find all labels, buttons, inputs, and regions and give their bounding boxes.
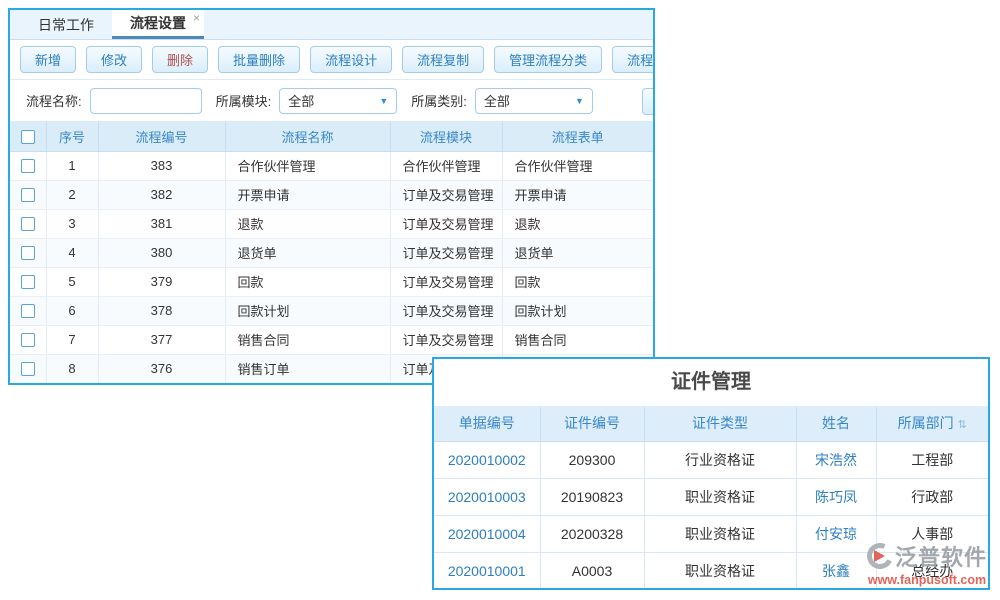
row-checkbox[interactable]	[21, 333, 35, 347]
tab-flow-settings-label: 流程设置	[130, 13, 186, 33]
tab-bar: 日常工作 流程设置 ×	[10, 10, 653, 40]
manage-flow-category-button[interactable]: 管理流程分类	[494, 46, 602, 73]
table-row[interactable]: 5 379 回款 订单及交易管理 回款	[10, 267, 653, 296]
table-row[interactable]: 1 383 合作伙伴管理 合作伙伴管理 合作伙伴管理	[10, 151, 653, 180]
category-select[interactable]: 全部 ▼	[475, 88, 593, 114]
module-select[interactable]: 全部 ▼	[279, 88, 397, 114]
row-checkbox[interactable]	[21, 362, 35, 376]
search-button-clipped[interactable]	[642, 88, 655, 115]
panel-title: 证件管理	[434, 359, 988, 406]
module-label: 所属模块:	[216, 91, 272, 110]
col-cert-type: 证件类型	[644, 406, 796, 441]
col-flow-module: 流程模块	[390, 122, 502, 151]
workflow-settings-panel: 日常工作 流程设置 × 新增 修改 删除 批量删除 流程设计 流程复制 管理流程…	[8, 8, 655, 385]
table-row[interactable]: 3 381 退款 订单及交易管理 退款	[10, 209, 653, 238]
flow-design-button[interactable]: 流程设计	[310, 46, 392, 73]
person-link[interactable]: 陈巧凤	[815, 489, 857, 505]
doc-no-link[interactable]: 2020010002	[448, 452, 526, 468]
tab-daily-work[interactable]: 日常工作	[20, 10, 112, 39]
col-flow-no: 流程编号	[98, 122, 225, 151]
doc-no-link[interactable]: 2020010004	[448, 526, 526, 542]
row-checkbox[interactable]	[21, 246, 35, 260]
row-checkbox[interactable]	[21, 304, 35, 318]
select-all-checkbox[interactable]	[21, 130, 35, 144]
table-row[interactable]: 6 378 回款计划 订单及交易管理 回款计划	[10, 296, 653, 325]
flow-name-input[interactable]	[90, 88, 202, 114]
table-row[interactable]: 7 377 销售合同 订单及交易管理 销售合同	[10, 325, 653, 354]
table-row[interactable]: 2020010003 20190823 职业资格证 陈巧凤 行政部	[434, 478, 988, 515]
flow-name-label: 流程名称:	[26, 91, 82, 110]
edit-button[interactable]: 修改	[86, 46, 142, 73]
workflow-table: 序号 流程编号 流程名称 流程模块 流程表单 1 383 合作伙伴管理 合作伙伴…	[10, 122, 653, 384]
table-row[interactable]: 2020010001 A0003 职业资格证 张鑫 总经办	[434, 552, 988, 589]
col-name: 姓名	[796, 406, 876, 441]
add-button[interactable]: 新增	[20, 46, 76, 73]
chevron-down-icon: ▼	[575, 96, 584, 106]
certificate-management-panel: 证件管理 单据编号 证件编号 证件类型 姓名 所属部门⇅ 2020010002 …	[432, 357, 990, 590]
category-label: 所属类别:	[411, 91, 467, 110]
person-link[interactable]: 付安琼	[815, 526, 857, 542]
flow-copy-button[interactable]: 流程复制	[402, 46, 484, 73]
doc-no-link[interactable]: 2020010001	[448, 563, 526, 579]
toolbar: 新增 修改 删除 批量删除 流程设计 流程复制 管理流程分类 流程超时提	[10, 40, 653, 80]
person-link[interactable]: 张鑫	[822, 563, 850, 579]
flow-timeout-button[interactable]: 流程超时提	[612, 46, 655, 73]
tab-flow-settings[interactable]: 流程设置 ×	[112, 10, 204, 39]
close-icon[interactable]: ×	[193, 12, 200, 24]
table-row[interactable]: 4 380 退货单 订单及交易管理 退货单	[10, 238, 653, 267]
col-department: 所属部门⇅	[876, 406, 988, 441]
filter-bar: 流程名称: 所属模块: 全部 ▼ 所属类别: 全部 ▼	[10, 80, 653, 122]
row-checkbox[interactable]	[21, 188, 35, 202]
person-link[interactable]: 宋浩然	[815, 452, 857, 468]
category-select-value: 全部	[484, 91, 510, 110]
chevron-down-icon: ▼	[379, 96, 388, 106]
sort-icon[interactable]: ⇅	[958, 419, 967, 431]
table-row[interactable]: 2 382 开票申请 订单及交易管理 开票申请	[10, 180, 653, 209]
doc-no-link[interactable]: 2020010003	[448, 489, 526, 505]
row-checkbox[interactable]	[21, 159, 35, 173]
col-cert-no: 证件编号	[540, 406, 644, 441]
row-checkbox[interactable]	[21, 217, 35, 231]
row-checkbox[interactable]	[21, 275, 35, 289]
module-select-value: 全部	[288, 91, 314, 110]
table-row[interactable]: 2020010002 209300 行业资格证 宋浩然 工程部	[434, 441, 988, 478]
col-flow-name: 流程名称	[225, 122, 390, 151]
certificate-table: 单据编号 证件编号 证件类型 姓名 所属部门⇅ 2020010002 20930…	[434, 406, 988, 590]
batch-delete-button[interactable]: 批量删除	[218, 46, 300, 73]
table-header-row: 单据编号 证件编号 证件类型 姓名 所属部门⇅	[434, 406, 988, 441]
delete-button[interactable]: 删除	[152, 46, 208, 73]
table-header-row: 序号 流程编号 流程名称 流程模块 流程表单	[10, 122, 653, 151]
col-seq: 序号	[46, 122, 98, 151]
col-flow-form: 流程表单	[502, 122, 653, 151]
col-doc-no: 单据编号	[434, 406, 540, 441]
table-row[interactable]: 2020010004 20200328 职业资格证 付安琼 人事部	[434, 515, 988, 552]
